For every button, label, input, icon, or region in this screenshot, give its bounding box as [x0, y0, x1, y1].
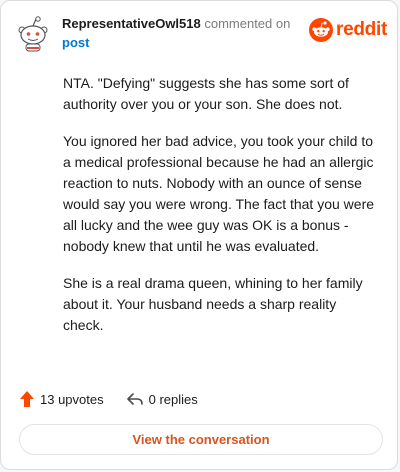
replies-count: 0 replies [148, 391, 198, 407]
reddit-wordmark: reddit [336, 19, 387, 40]
upvote-arrow-icon [20, 391, 34, 407]
snoo-avatar-icon [18, 16, 48, 52]
upvotes-count: 13 upvotes [40, 391, 104, 407]
comment-body: NTA. "Defying" suggests she has some sor… [63, 73, 379, 352]
avatar[interactable] [16, 16, 50, 52]
reply-arrow-icon [126, 393, 143, 405]
reddit-logo-icon [309, 18, 333, 42]
comment-card: RepresentativeOwl518 commented on post r… [0, 0, 398, 470]
view-conversation-button[interactable]: View the conversation [19, 424, 383, 455]
comment-paragraph-2: You ignored her bad advice, you took you… [63, 133, 375, 254]
username[interactable]: RepresentativeOwl518 [62, 16, 201, 31]
post-link[interactable]: post [62, 35, 89, 50]
comment-author[interactable]: RepresentativeOwl518 commented on [62, 16, 290, 31]
comment-paragraph-1: NTA. "Defying" suggests she has some sor… [63, 75, 349, 112]
commented-on-text: commented on [200, 16, 291, 31]
reddit-logo[interactable]: reddit [309, 18, 387, 42]
comment-footer: 13 upvotes 0 replies [19, 390, 198, 408]
replies[interactable]: 0 replies [126, 391, 198, 407]
comment-paragraph-3: She is a real drama queen, whining to he… [63, 275, 363, 333]
upvotes[interactable]: 13 upvotes [19, 390, 104, 408]
